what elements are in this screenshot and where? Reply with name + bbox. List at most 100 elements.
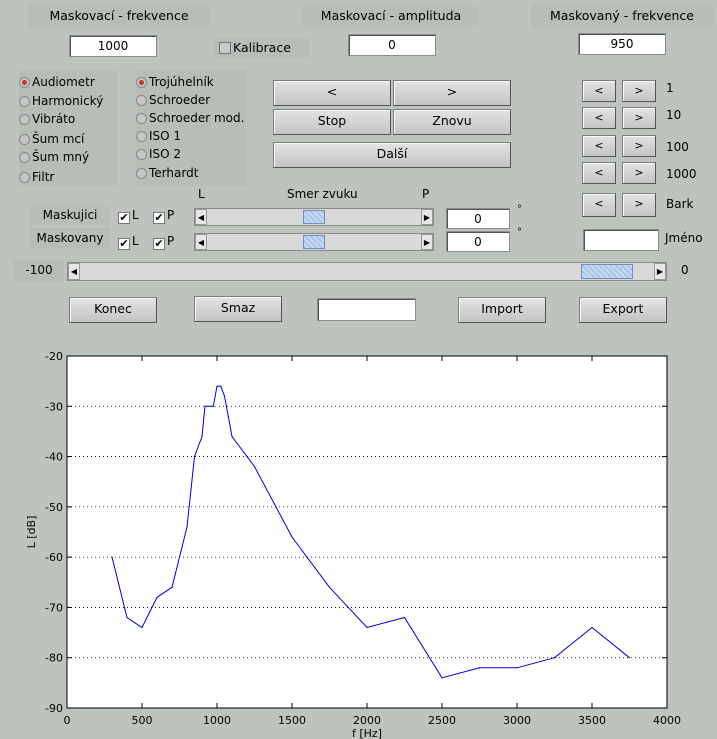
radio-harmonicky[interactable]: Harmonický (19, 92, 103, 110)
slider-left-arrow-icon[interactable]: ◀ (195, 209, 207, 225)
amp-min-label: -100 (14, 260, 64, 282)
masked-angle-input[interactable]: 0 (446, 231, 510, 252)
next-step-button[interactable]: Další (273, 142, 511, 168)
radio-label: Harmonický (32, 94, 104, 108)
data-point (204, 405, 206, 407)
radio-audiometr[interactable]: Audiometr (19, 73, 95, 91)
step-bark-plus-button[interactable]: > (622, 193, 656, 217)
amp-max-label: 0 (681, 263, 689, 277)
data-point (193, 455, 196, 458)
x-tick-label: 0 (64, 714, 71, 727)
slider-thumb[interactable] (581, 264, 634, 279)
masking-frequency-input[interactable]: 1000 (69, 35, 157, 57)
step-1-plus-button[interactable]: > (622, 80, 656, 102)
data-point (291, 536, 293, 538)
step-100-plus-button[interactable]: > (622, 135, 656, 157)
masked-frequency-input[interactable]: 950 (578, 33, 666, 55)
prev-button[interactable]: < (273, 80, 391, 106)
slider-thumb[interactable] (303, 210, 325, 224)
delete-field-input[interactable] (317, 298, 416, 321)
x-axis-label: f [Hz] (352, 727, 382, 739)
masking-p-checkbox[interactable]: ✔ P (153, 208, 174, 224)
radio-vibrato[interactable]: Vibráto (19, 110, 75, 128)
radio-label: Filtr (32, 170, 55, 184)
calibration-check-box-icon (219, 42, 231, 54)
signal-type-panel: Audiometr Harmonický Vibráto Šum mcí Šum… (19, 70, 117, 186)
quit-button[interactable]: Konec (69, 297, 157, 323)
radio-schroeder[interactable]: Schroeder (136, 91, 210, 109)
slider-right-arrow-icon[interactable]: ▶ (421, 209, 433, 225)
degree-symbol: ° (517, 204, 522, 215)
radio-label: ISO 2 (149, 147, 182, 161)
radio-filtr[interactable]: Filtr (19, 168, 54, 186)
delete-button[interactable]: Smaz (194, 296, 282, 322)
radio-icon (19, 172, 30, 183)
step-1000-minus-button[interactable]: < (582, 162, 616, 184)
radio-selected-icon (136, 77, 147, 88)
masked-direction-slider[interactable]: ◀ ▶ (194, 233, 434, 251)
radio-label: Schroeder mod. (149, 111, 245, 125)
x-tick-label: 3500 (578, 714, 606, 727)
masking-amplitude-input[interactable]: 0 (348, 34, 436, 56)
masked-frequency-label: Maskovaný - frekvence (531, 5, 713, 27)
slider-right-arrow-icon[interactable]: ▶ (421, 234, 433, 250)
radio-iso2[interactable]: ISO 2 (136, 145, 181, 163)
radio-sum-mny[interactable]: Šum mný (19, 148, 89, 166)
radio-label: Terhardt (149, 166, 199, 180)
masking-angle-input[interactable]: 0 (446, 208, 510, 229)
step-1000-plus-button[interactable]: > (622, 162, 656, 184)
step-bark-minus-button[interactable]: < (582, 193, 616, 217)
data-point (253, 466, 256, 468)
direction-title: Smer zvuku (287, 187, 358, 201)
y-tick-label: -60 (45, 551, 63, 564)
radio-schroeder-mod[interactable]: Schroeder mod. (136, 109, 244, 127)
radio-sum-mci[interactable]: Šum mcí (19, 130, 84, 148)
waveform-panel: Trojúhelník Schroeder Schroeder mod. ISO… (136, 70, 247, 186)
amplitude-slider[interactable]: ◀ ▶ (67, 262, 667, 281)
data-point (366, 626, 368, 629)
radio-label: Audiometr (32, 75, 95, 89)
y-axis-label: L [dB] (25, 516, 38, 549)
degree-symbol: ° (517, 227, 522, 238)
radio-label: Šum mný (32, 150, 90, 164)
slider-thumb[interactable] (303, 235, 325, 249)
import-button[interactable]: Import (458, 297, 546, 323)
data-point (208, 405, 211, 407)
check-icon: ✔ (153, 211, 165, 224)
x-tick-label: 1500 (278, 714, 306, 727)
x-tick-label: 3000 (503, 714, 531, 727)
masked-l-checkbox[interactable]: ✔ L (118, 234, 139, 250)
next-button[interactable]: > (393, 80, 511, 106)
radio-icon (136, 168, 147, 179)
slider-right-arrow-icon[interactable]: ▶ (654, 263, 666, 280)
x-tick-label: 4000 (653, 714, 681, 727)
data-point (628, 657, 631, 659)
x-tick-label: 2500 (428, 714, 456, 727)
radio-iso1[interactable]: ISO 1 (136, 127, 181, 145)
step-10-minus-button[interactable]: < (582, 107, 616, 129)
masking-frequency-label: Maskovací - frekvence (28, 5, 210, 27)
slider-left-arrow-icon[interactable]: ◀ (68, 263, 80, 280)
slider-left-arrow-icon[interactable]: ◀ (195, 234, 207, 250)
y-tick-label: -80 (45, 652, 63, 665)
step-10-label: 10 (666, 108, 682, 122)
masking-direction-slider[interactable]: ◀ ▶ (194, 208, 434, 226)
calibration-label: Kalibrace (233, 40, 291, 55)
stop-button[interactable]: Stop (273, 109, 391, 135)
data-point (186, 526, 188, 528)
step-1-minus-button[interactable]: < (582, 80, 616, 102)
data-point (223, 395, 226, 397)
masked-p-checkbox[interactable]: ✔ P (153, 234, 174, 250)
x-tick-label: 2000 (353, 714, 381, 727)
masking-l-checkbox[interactable]: ✔ L (118, 208, 139, 224)
again-button[interactable]: Znovu (393, 109, 511, 135)
radio-trojuhelnik[interactable]: Trojúhelník (136, 73, 214, 91)
calibration-checkbox[interactable]: Kalibrace (215, 38, 309, 58)
step-100-minus-button[interactable]: < (582, 135, 616, 157)
name-input[interactable] (583, 229, 659, 251)
radio-terhardt[interactable]: Terhardt (136, 164, 198, 182)
check-icon: ✔ (118, 237, 130, 250)
data-point (231, 435, 233, 438)
export-button[interactable]: Export (579, 297, 667, 323)
step-10-plus-button[interactable]: > (622, 107, 656, 129)
